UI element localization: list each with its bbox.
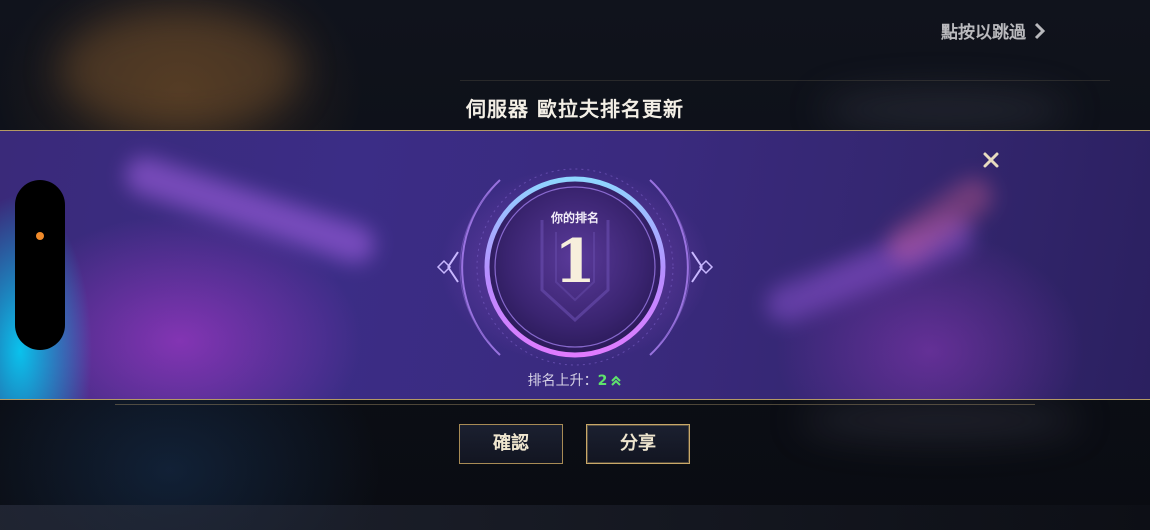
double-chevron-up-icon: [611, 375, 622, 386]
rank-change-label: 排名上升：: [527, 373, 598, 389]
rank-number: 1: [554, 227, 596, 297]
rank-change-value: 2: [597, 373, 608, 389]
skip-button[interactable]: 點按以跳過: [941, 18, 1048, 43]
page-title: 伺服器 歐拉夫排名更新: [466, 97, 684, 121]
background-table-header: [460, 58, 1110, 81]
background-list-row: [800, 400, 1080, 440]
rank-change: 排名上升：2: [0, 370, 1150, 390]
background-bottom-bar: [0, 505, 1150, 530]
close-icon[interactable]: [980, 149, 1002, 171]
confirm-button[interactable]: 確認: [459, 424, 563, 464]
rank-caption: 你的排名: [550, 211, 599, 225]
ranking-update-screen: 點按以跳過 伺服器 歐拉夫排名更新 你的排名 1 排名上升：2 確認 分享: [0, 0, 1150, 530]
share-button[interactable]: 分享: [586, 424, 690, 464]
chevron-right-icon: [1034, 22, 1046, 39]
skip-label: 點按以跳過: [941, 23, 1026, 43]
background-divider: [115, 404, 1035, 405]
